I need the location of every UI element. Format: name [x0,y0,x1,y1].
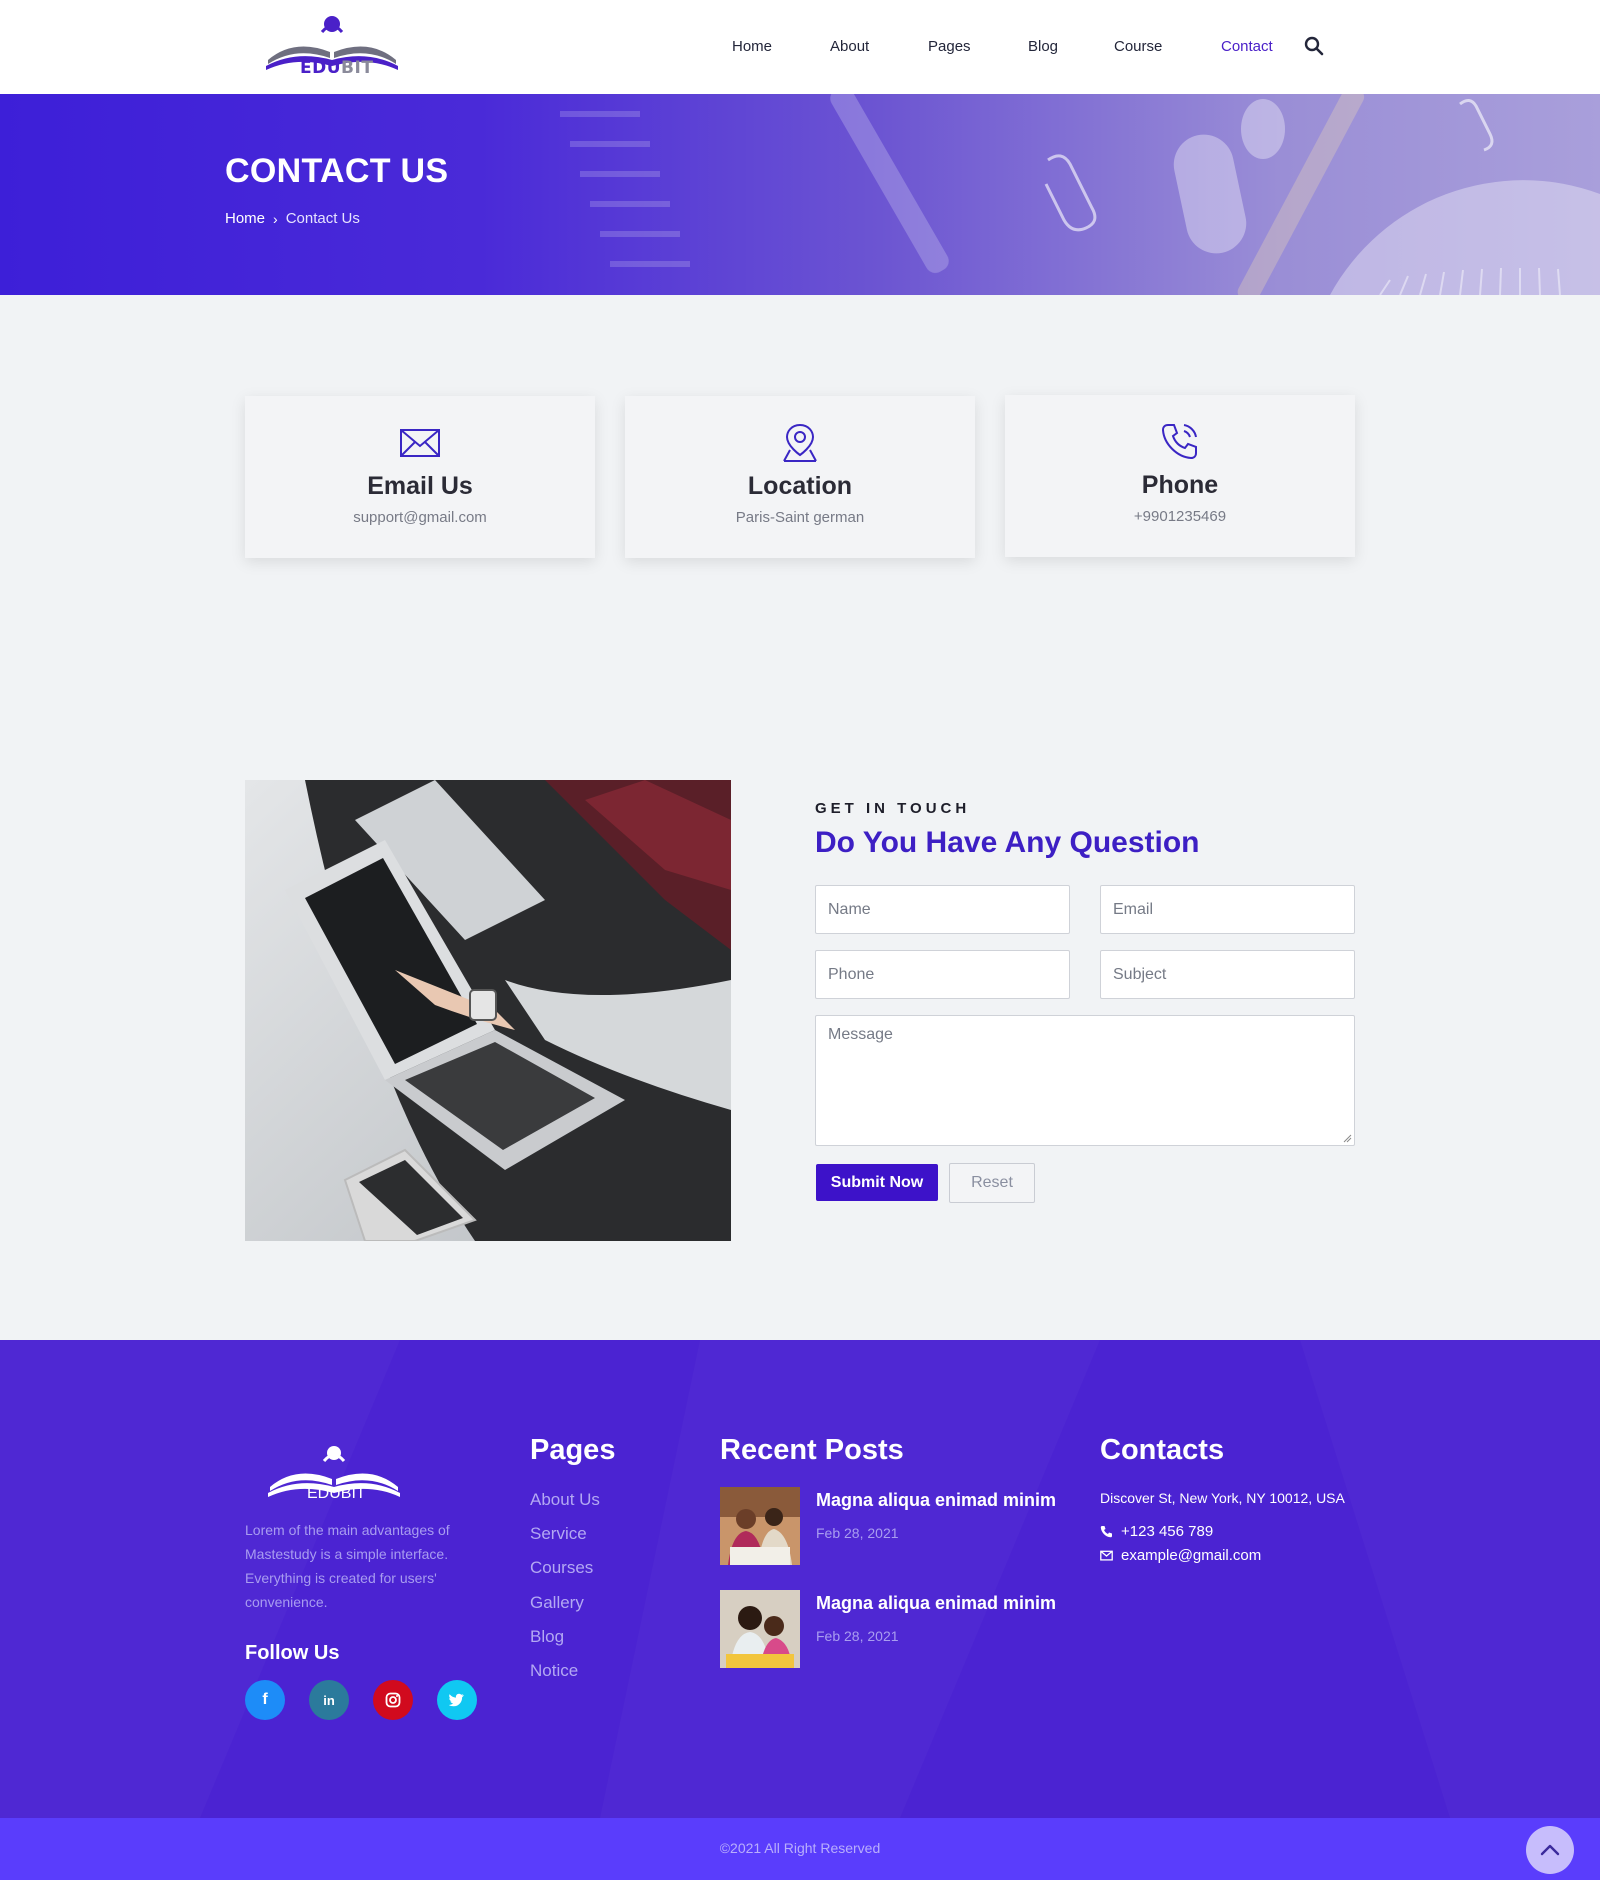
nav-about[interactable]: About [830,38,869,55]
post-thumbnail[interactable] [720,1590,800,1668]
site-header: EDUBIT Home About Pages Blog Course Cont… [0,0,1600,94]
recent-posts-title: Recent Posts [720,1434,904,1466]
scroll-to-top-button[interactable] [1526,1826,1574,1874]
phone-icon [1100,1526,1112,1538]
footer-link-notice[interactable]: Notice [530,1661,578,1681]
message-placeholder: Message [828,1026,893,1043]
search-icon[interactable] [1304,36,1324,56]
footer-phone[interactable]: +123 456 789 [1100,1523,1213,1540]
form-eyebrow: GET IN TOUCH [815,800,971,817]
footer-description: Lorem of the main advantages of Mastestu… [245,1522,450,1610]
page-banner: CONTACT US Home › Contact Us [0,94,1600,295]
main-nav: Home About Pages Blog Course Contact [0,38,1600,58]
breadcrumb: Home › Contact Us [225,210,360,227]
site-footer: EDUBIT Lorem of the main advantages of M… [0,1340,1600,1818]
subject-field[interactable]: Subject [1100,950,1355,999]
nav-blog[interactable]: Blog [1028,38,1058,55]
footer-email[interactable]: example@gmail.com [1100,1547,1261,1564]
footer-link-gallery[interactable]: Gallery [530,1593,584,1613]
post-title[interactable]: Magna aliqua enimad minim [816,1490,1056,1511]
nav-course[interactable]: Course [1114,38,1162,55]
brand-name[interactable]: EDUBIT [300,58,373,78]
post-date: Feb 28, 2021 [816,1525,899,1541]
breadcrumb-home[interactable]: Home [225,210,265,227]
card-value: Paris-Saint german [735,509,865,526]
post-date: Feb 28, 2021 [816,1628,899,1644]
name-field[interactable]: Name [815,885,1070,934]
chevron-up-icon [1540,1844,1560,1856]
post-title[interactable]: Magna aliqua enimad minim [816,1593,1056,1614]
brand-part2: BIT [341,58,374,78]
resize-handle-icon[interactable] [1342,1133,1352,1143]
message-field[interactable]: Message [815,1015,1355,1146]
footer-link-about[interactable]: About Us [530,1490,600,1510]
footer-link-service[interactable]: Service [530,1524,587,1544]
footer-phone-text: +123 456 789 [1121,1523,1214,1540]
nav-home[interactable]: Home [732,38,772,55]
banner-background-art [560,94,1600,295]
pages-title: Pages [530,1434,616,1466]
linkedin-icon[interactable]: in [309,1680,349,1720]
email-field[interactable]: Email [1100,885,1355,934]
location-card: Location Paris-Saint german [625,396,975,558]
nav-contact[interactable]: Contact [1221,38,1273,55]
card-title: Email Us [367,472,473,500]
card-title: Phone [1141,471,1219,499]
map-pin-icon [783,423,817,462]
page-title: CONTACT US [225,152,449,190]
instagram-icon[interactable] [373,1680,413,1720]
footer-background-pattern [0,1340,1600,1818]
copyright-bar: ©2021 All Right Reserved [0,1818,1600,1880]
footer-email-text: example@gmail.com [1121,1547,1262,1564]
envelope-icon [400,429,440,457]
follow-us-title: Follow Us [245,1642,340,1664]
submit-button[interactable]: Submit Now [816,1164,938,1201]
brand-part1: EDU [300,58,342,78]
phone-icon [1161,424,1197,460]
phone-card: Phone +9901235469 [1005,395,1355,557]
footer-address: Discover St, New York, NY 10012, USA [1100,1490,1345,1506]
footer-link-blog[interactable]: Blog [530,1627,564,1647]
card-title: Location [747,472,853,500]
reset-button[interactable]: Reset [949,1163,1035,1203]
phone-field[interactable]: Phone [815,950,1070,999]
email-card: Email Us support@gmail.com [245,396,595,558]
footer-link-courses[interactable]: Courses [530,1558,593,1578]
contacts-title: Contacts [1100,1434,1225,1466]
copyright-text: ©2021 All Right Reserved [719,1840,881,1856]
breadcrumb-current: Contact Us [285,210,360,227]
envelope-icon [1100,1550,1113,1561]
form-title: Do You Have Any Question [815,826,1200,859]
twitter-icon[interactable] [437,1680,477,1720]
footer-brand-name: EDUBIT [307,1485,366,1502]
nav-pages[interactable]: Pages [928,38,971,55]
card-value: support@gmail.com [353,509,487,526]
facebook-icon[interactable]: f [245,1680,285,1720]
post-thumbnail[interactable] [720,1487,800,1565]
card-value: +9901235469 [1133,508,1227,525]
laptop-photo [245,780,731,1241]
chevron-right-icon: › [273,210,278,227]
